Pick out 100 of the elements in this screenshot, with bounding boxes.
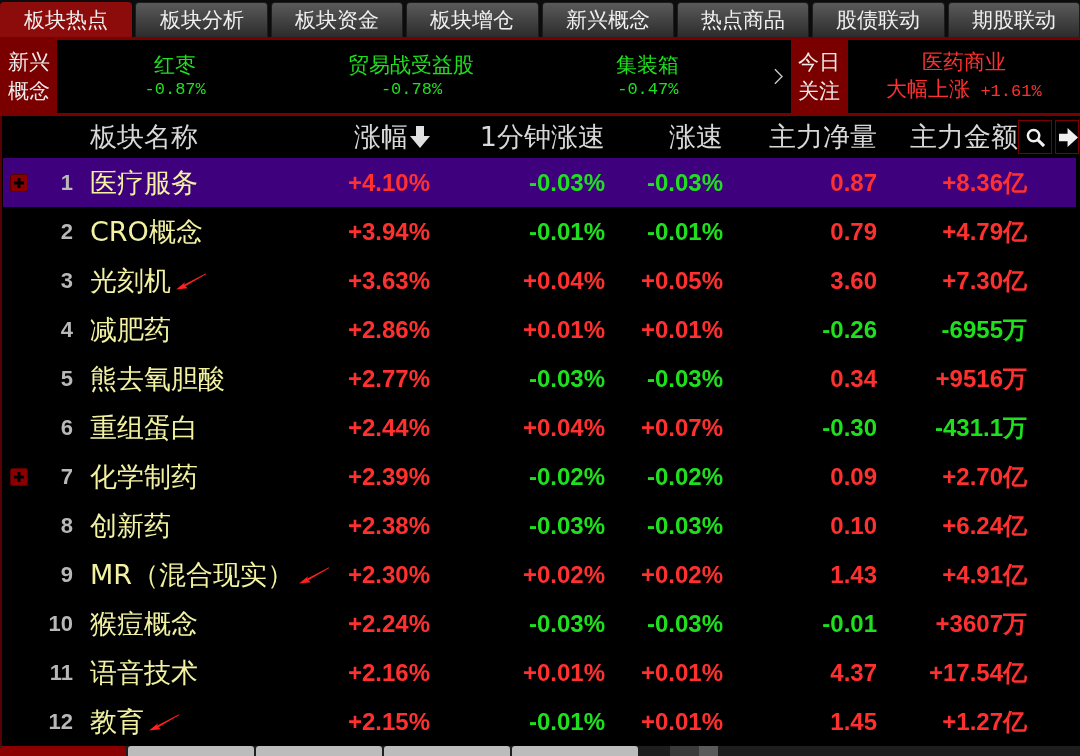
table-cell: -0.03% [646,168,723,197]
sector-name: 化学制药 [90,459,198,494]
sector-name: 重组蛋白 [90,410,198,445]
table-cell: -0.03% [528,511,605,540]
focus-label: 今日关注 [791,40,848,113]
search-icon [1025,127,1045,147]
table-cell: -0.02% [646,462,723,491]
table-cell: +0.04% [522,413,605,442]
row-number: 6 [60,414,74,441]
sector-name: 猴痘概念 [90,606,198,641]
table-cell-text: +1.27亿 [942,706,1027,737]
table-cell: +2.30% [347,560,430,589]
sector-name: 减肥药 [90,312,171,347]
table-cell: +2.86% [347,315,430,344]
row-number: 8 [60,512,74,539]
table-cell: +2.16% [347,658,430,687]
table-cell: 1.43 [830,560,877,589]
table-cell: +0.01% [640,315,723,344]
table-cell: -0.03% [528,168,605,197]
focus-sector-name[interactable]: 医药商业 [922,50,1006,76]
column-header[interactable]: 板块名称 [90,119,198,155]
sector-name: 熊去氧胆酸 [90,361,225,396]
table-cell-text: +8.36亿 [942,167,1027,198]
tab[interactable]: 股债联动 [812,2,945,37]
row-number: 11 [49,659,74,686]
table-cell: +0.01% [522,315,605,344]
arrow-right-icon [1059,127,1078,147]
table-cell: 3.60 [830,266,877,295]
table-cell: 0.87 [830,168,877,197]
table-cell: 0.79 [830,217,877,246]
table-cell: -0.03% [646,364,723,393]
next-button[interactable] [1055,120,1079,154]
scrollbar[interactable] [670,746,718,756]
table-cell-text: +2.70亿 [942,461,1027,492]
row-number: 10 [48,610,74,637]
ticker-sector-name[interactable]: 红枣 [154,52,197,78]
table-cell-text: +3607万 [935,608,1027,639]
column-header[interactable]: 主力净量 [769,119,877,155]
table-cell: +0.01% [640,707,723,736]
table-cell: +2.39% [347,462,430,491]
tab[interactable]: 板块资金 [270,2,404,37]
table-cell: -0.01% [646,217,723,246]
row-number: 5 [60,365,74,392]
column-header[interactable]: 涨速 [669,119,723,155]
expand-plus-icon[interactable] [10,173,28,192]
table-cell: 1.45 [830,707,877,736]
sector-name: CRO概念 [90,214,203,249]
tab[interactable]: 板块热点 [0,2,133,37]
table-cell: -0.01 [822,609,877,638]
table-cell: +0.01% [522,658,605,687]
tab[interactable]: 板块增仓 [406,2,539,37]
table-cell: +3.94% [347,217,430,246]
table-cell-text: -6955万 [941,314,1027,345]
sector-name: 光刻机 [90,263,171,298]
table-cell: -0.01% [528,217,605,246]
ticker-sector-name[interactable]: 集装箱 [616,52,680,78]
row-number: 12 [48,708,74,735]
tab[interactable]: 热点商品 [676,2,810,37]
row-number: 7 [60,463,74,490]
table-cell: -0.03% [646,511,723,540]
table-cell: +3.63% [347,266,430,295]
sector-name: MR（混合现实） [90,557,295,592]
table-cell-text: +17.54亿 [928,657,1027,688]
sector-name: 创新药 [90,508,171,543]
sector-name: 医疗服务 [90,165,198,200]
tab[interactable]: 板块分析 [135,2,268,37]
table-cell: -0.26 [822,315,877,344]
table-cell: +2.15% [347,707,430,736]
selected-row[interactable]: 1 医疗服务 +4.10% -0.03% -0.03% 0.87 +8.36亿 [3,158,1076,207]
table-cell: +2.44% [347,413,430,442]
table-cell: +0.01% [640,658,723,687]
table-cell: +2.38% [347,511,430,540]
ticker-change: -0.87% [144,79,206,101]
table-cell-text: +6.24亿 [942,510,1027,541]
table-cell: 0.34 [830,364,877,393]
column-header[interactable]: 主力金额 [910,119,1018,155]
table-cell: -0.03% [646,609,723,638]
tab[interactable]: 期股联动 [947,2,1080,37]
column-header[interactable]: 涨幅 [354,119,408,155]
table-cell: 4.37 [830,658,877,687]
tab[interactable]: 新兴概念 [541,2,674,37]
column-header[interactable]: 1分钟涨速 [479,119,605,155]
ticker-sector-name[interactable]: 贸易战受益股 [348,52,475,78]
sort-down-arrow-icon[interactable] [410,126,430,148]
table-cell: +0.02% [522,560,605,589]
table-cell-text: +4.79亿 [942,216,1027,247]
ticker-change: -0.78% [380,79,443,101]
chevron-right-icon[interactable] [774,68,783,85]
sector-name: 语音技术 [90,655,198,690]
table-cell: -0.02% [528,462,605,491]
table-cell: 0.09 [830,462,877,491]
table-cell: -0.30 [822,413,877,442]
search-button[interactable] [1018,120,1052,154]
table-cell: -0.01% [528,707,605,736]
row-number: 9 [60,561,74,588]
table-cell: 0.10 [830,511,877,540]
table-cell: -0.03% [528,364,605,393]
expand-plus-icon[interactable] [10,467,28,486]
table-cell: +4.10% [347,168,430,197]
table-cell: +2.77% [347,364,430,393]
